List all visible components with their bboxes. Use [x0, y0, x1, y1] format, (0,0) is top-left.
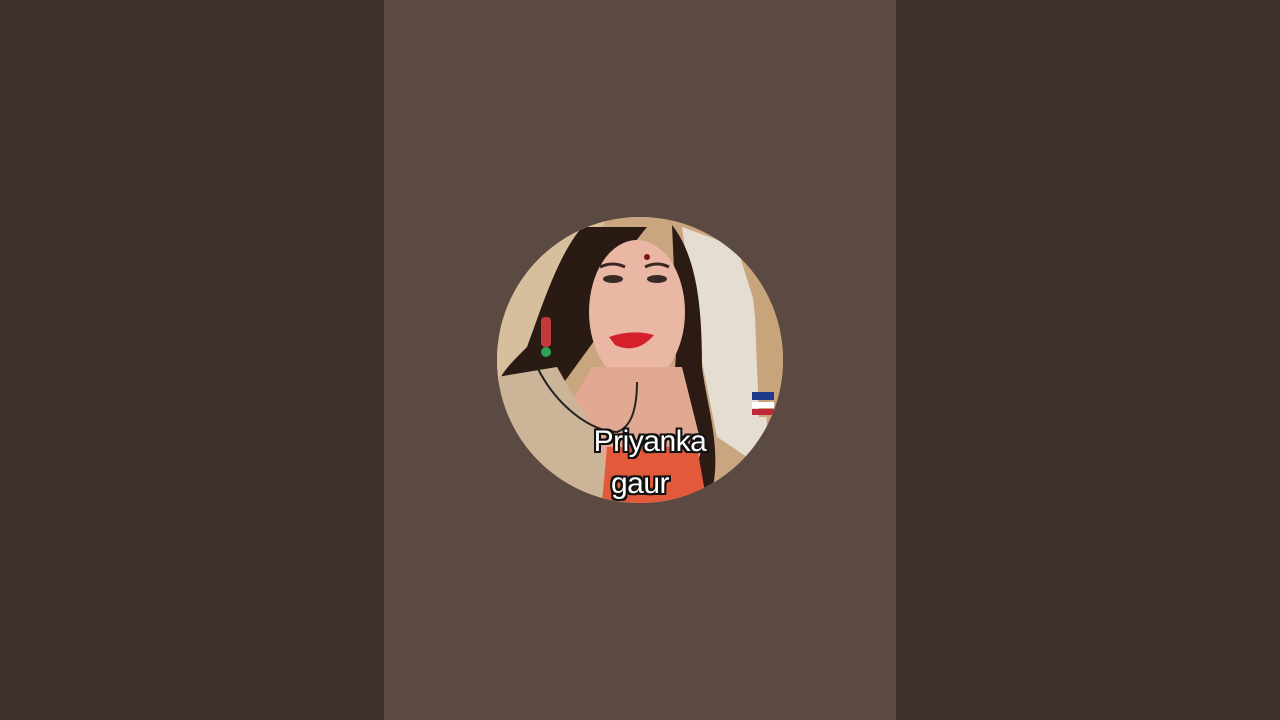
avatar-photo	[497, 217, 783, 503]
left-letterbox	[0, 0, 384, 720]
channel-avatar: Priyanka gaur	[497, 217, 783, 503]
right-letterbox	[896, 0, 1280, 720]
avatar-caption-line1: Priyanka	[593, 425, 707, 458]
video-frame[interactable]: Priyanka gaur	[0, 0, 1280, 720]
video-content[interactable]: Priyanka gaur	[384, 0, 896, 720]
avatar-caption-line2: gaur	[610, 467, 670, 500]
